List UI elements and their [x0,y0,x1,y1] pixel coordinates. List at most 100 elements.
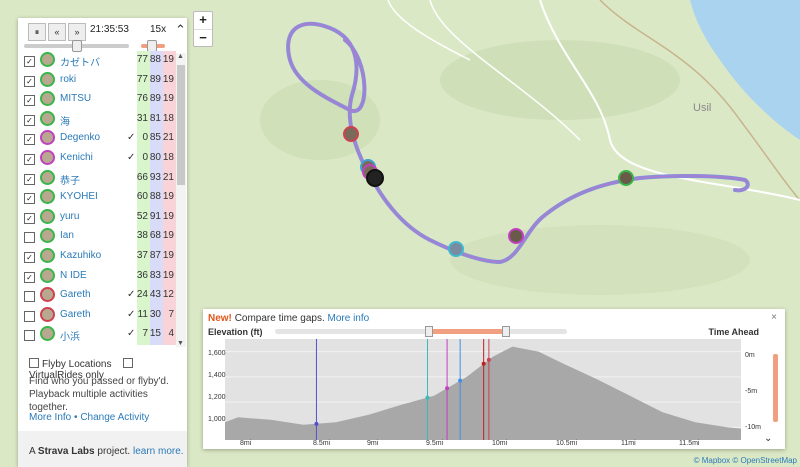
athlete-checkbox[interactable]: ✓ [24,134,35,146]
range-slider-start-handle[interactable] [425,326,433,337]
athlete-checkbox[interactable]: ✓ [24,251,35,263]
athlete-name-link[interactable]: N IDE [60,270,87,281]
flyby-locations-checkbox[interactable] [29,358,39,368]
avatar[interactable] [40,189,55,205]
athlete-marker[interactable] [366,169,384,187]
scroll-thumb[interactable] [177,65,185,185]
athlete-row[interactable]: ✓ MITSU 76 89 19 [18,90,187,110]
rewind-button[interactable]: « [48,23,66,41]
athlete-row[interactable]: ✓ Kazuhiko 37 87 19 [18,247,187,267]
athlete-name-link[interactable]: 小浜 [60,328,80,343]
athlete-row[interactable]: ✓ 恭子 66 93 21 [18,169,187,189]
athlete-marker[interactable] [618,170,634,186]
athlete-checkbox[interactable] [24,310,35,322]
athlete-name-link[interactable]: roki [60,74,76,85]
avatar[interactable] [40,71,55,87]
forward-button[interactable]: » [68,23,86,41]
athlete-name-link[interactable]: Gareth [60,309,91,320]
athlete-checkbox[interactable]: ✓ [24,95,35,107]
athlete-row[interactable]: ✓ 海 31 81 18 [18,110,187,130]
athlete-checkbox[interactable]: ✓ [24,75,35,87]
athlete-row[interactable]: ✓ yuru 52 91 19 [18,208,187,228]
osm-link[interactable]: © OpenStreetMap [732,456,797,465]
scroll-down-icon[interactable]: ▼ [177,340,184,347]
avatar[interactable] [40,228,55,244]
athlete-row[interactable]: ✓ roki 77 89 19 [18,71,187,91]
avatar[interactable] [40,306,55,322]
more-info-link[interactable]: More Info [29,412,71,423]
scroll-up-icon[interactable]: ▲ [177,53,184,60]
athlete-checkbox[interactable]: ✓ [24,173,35,185]
athlete-row[interactable]: Gareth ✓ 11 30 7 [18,306,187,326]
athlete-name-link[interactable]: Kazuhiko [60,250,101,261]
learn-more-link[interactable]: learn more. [133,446,184,457]
athlete-name-link[interactable]: Ian [60,230,74,241]
athlete-stat-v1: 60 [136,191,148,203]
athlete-marker[interactable] [448,241,464,257]
athlete-name-link[interactable]: Gareth [60,289,91,300]
chevron-up-icon[interactable]: ⌃ [175,22,186,38]
avatar[interactable] [40,267,55,283]
avatar[interactable] [40,287,55,303]
avatar[interactable] [40,110,55,126]
close-icon[interactable]: × [771,312,777,323]
athlete-row[interactable]: ✓ N IDE 36 83 19 [18,267,187,287]
athlete-check-mark: ✓ [127,289,136,301]
virtual-rides-checkbox[interactable] [122,358,133,368]
athlete-name-link[interactable]: 恭子 [60,172,80,187]
athlete-stat-v1: 77 [136,73,148,85]
speed-slider[interactable] [141,40,165,52]
athlete-name-link[interactable]: 海 [60,113,70,128]
avatar[interactable] [40,130,55,146]
athlete-row[interactable]: 小浜 ✓ 7 15 4 [18,325,187,345]
athlete-marker[interactable] [343,126,359,142]
avatar[interactable] [40,91,55,107]
change-activity-link[interactable]: Change Activity [80,412,149,423]
athlete-checkbox[interactable]: ✓ [24,114,35,126]
range-slider-end-handle[interactable] [502,326,510,337]
athlete-row[interactable]: ✓ Degenko ✓ 0 85 21 [18,129,187,149]
athlete-checkbox[interactable]: ✓ [24,193,35,205]
athlete-checkbox[interactable]: ✓ [24,153,35,165]
elevation-chart[interactable] [225,339,741,440]
y-tick-label: 1,200 [208,394,226,401]
zoom-out-button[interactable]: − [194,30,212,47]
avatar[interactable] [40,169,55,185]
athlete-checkbox[interactable]: ✓ [24,56,35,67]
y-tick-label: 1,600 [208,350,226,357]
avatar[interactable] [40,326,55,342]
avatar[interactable] [40,247,55,263]
athlete-name-link[interactable]: KYOHEI [60,191,98,202]
chevron-down-icon[interactable]: ⌄ [764,433,772,444]
avatar[interactable] [40,52,55,67]
athlete-stat-v1: 52 [136,210,148,222]
athlete-marker[interactable] [508,228,524,244]
announcement-more-info-link[interactable]: More info [328,313,370,324]
range-slider-selection[interactable] [430,329,505,334]
zoom-in-button[interactable]: + [194,12,212,30]
athlete-row[interactable]: ✓ KYOHEI 60 88 19 [18,188,187,208]
athlete-name-link[interactable]: yuru [60,211,79,222]
athlete-name-link[interactable]: MITSU [60,93,91,104]
athlete-row[interactable]: Gareth ✓ 24 43 12 [18,286,187,306]
time-slider[interactable] [24,40,129,52]
athlete-checkbox[interactable] [24,291,35,303]
range-slider[interactable] [275,326,567,337]
mapbox-link[interactable]: © Mapbox [694,456,731,465]
athlete-stat-v2: 87 [149,249,161,261]
pause-button[interactable]: ⏸ [28,23,46,41]
avatar[interactable] [40,149,55,165]
avatar[interactable] [40,208,55,224]
athlete-row[interactable]: ✓ Kenichi ✓ 0 80 18 [18,149,187,169]
athlete-checkbox[interactable]: ✓ [24,271,35,283]
athlete-checkbox[interactable] [24,330,35,342]
athlete-row[interactable]: Ian 38 68 19 [18,227,187,247]
x-tick-label: 11mi [621,440,636,447]
athlete-checkbox[interactable] [24,232,35,244]
athlete-list-scrollbar[interactable]: ▲ ▼ [176,53,186,347]
athlete-name-link[interactable]: カゼトバ [60,54,100,69]
athlete-row[interactable]: ✓ カゼトバ 77 88 19 [18,51,187,71]
athlete-checkbox[interactable]: ✓ [24,212,35,224]
athlete-name-link[interactable]: Degenko [60,132,100,143]
athlete-name-link[interactable]: Kenichi [60,152,93,163]
